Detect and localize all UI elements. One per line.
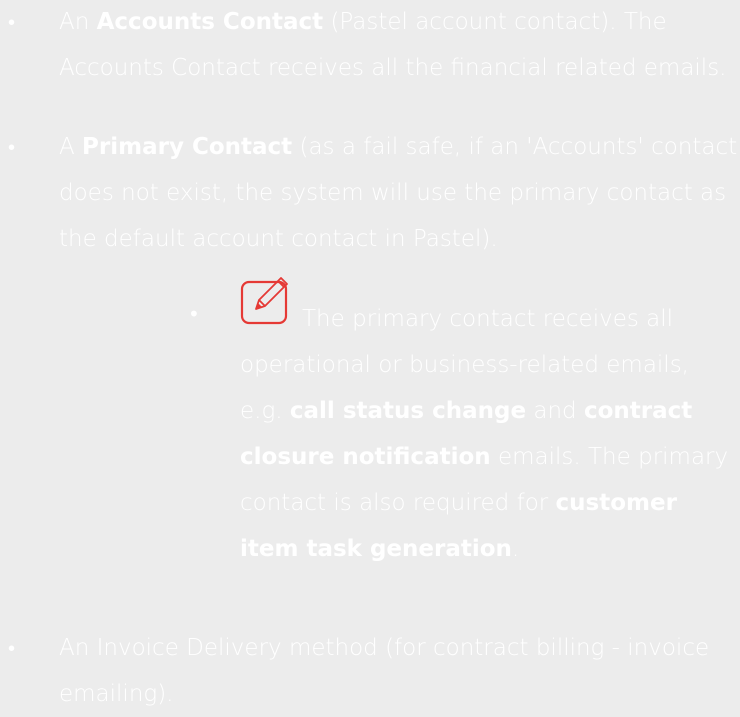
term-primary-contact: Primary Contact xyxy=(82,134,293,160)
list-item-text: An Invoice Delivery method (for contract… xyxy=(59,635,710,707)
document: • An Accounts Contact (Pastel account co… xyxy=(0,0,740,707)
bullet: • xyxy=(8,636,16,660)
primary-contact-note: • The primary contact receives all opera… xyxy=(0,275,740,575)
bullet: • xyxy=(8,10,16,34)
note-text: The primary contact receives all operati… xyxy=(240,306,729,562)
term-accounts-contact: Accounts Contact xyxy=(96,9,324,35)
bullet: • xyxy=(8,135,16,159)
list-item-text: An Accounts Contact (Pastel account cont… xyxy=(59,9,727,81)
bullet: • xyxy=(188,302,200,326)
list-item-text: A Primary Contact (as a fail safe, if an… xyxy=(59,134,738,252)
